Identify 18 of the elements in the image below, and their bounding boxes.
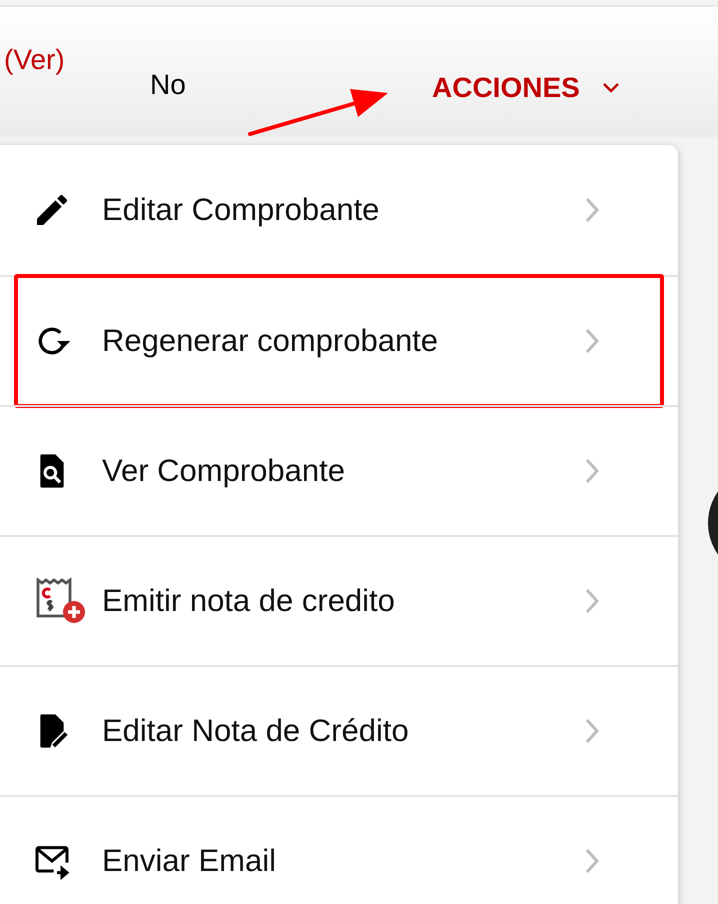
value-text: No [150, 68, 186, 102]
menu-item-label: Ver Comprobante [102, 452, 346, 490]
chevron-right-icon [584, 196, 600, 224]
chevron-right-icon [584, 327, 600, 355]
menu-item[interactable]: Editar Comprobante [14, 143, 664, 277]
menu-item-label: Editar Nota de Crédito [102, 712, 410, 750]
view-link[interactable]: (Ver) [4, 39, 65, 81]
menu-item[interactable]: Regenerar comprobante [14, 274, 664, 408]
menu-item-label: Enviar Email [102, 842, 277, 880]
chevron-down-icon [602, 82, 620, 94]
menu-item-label: Emitir nota de credito [102, 582, 396, 620]
menu-item-label: Editar Comprobante [102, 190, 380, 229]
chevron-right-icon [584, 717, 600, 745]
chevron-right-icon [584, 587, 600, 615]
menu-item-label: Regenerar comprobante [102, 322, 440, 360]
actions-button[interactable]: ACCIONES [432, 67, 620, 109]
chevron-right-icon [584, 847, 600, 875]
chevron-right-icon [584, 457, 600, 485]
